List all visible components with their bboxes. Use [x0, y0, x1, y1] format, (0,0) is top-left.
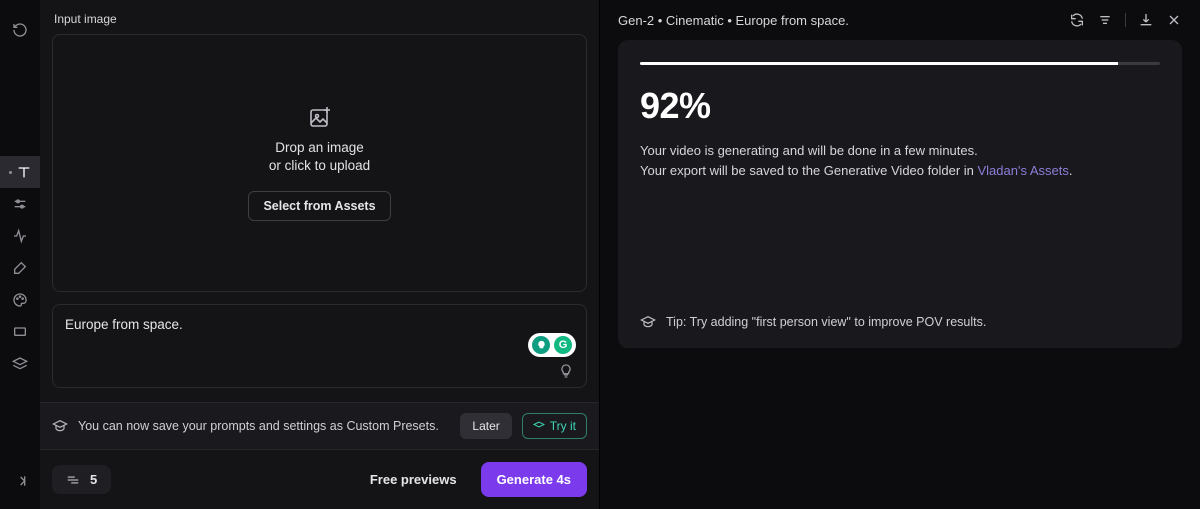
- generation-progress-card: 92% Your video is generating and will be…: [618, 40, 1182, 348]
- output-panel: Gen-2 • Cinematic • Europe from space. 9…: [600, 0, 1200, 509]
- prompt-text: Europe from space.: [65, 317, 183, 332]
- status-line-1: Your video is generating and will be don…: [640, 141, 1160, 161]
- free-previews-button[interactable]: Free previews: [356, 463, 471, 496]
- notice-text: You can now save your prompts and settin…: [78, 419, 450, 433]
- sidebar-item-text[interactable]: [0, 156, 40, 188]
- tip-text: Tip: Try adding "first person view" to i…: [666, 315, 986, 329]
- suggestion-icon: [532, 336, 550, 354]
- prompt-input[interactable]: Europe from space. G: [52, 304, 587, 388]
- output-title: Gen-2 • Cinematic • Europe from space.: [618, 13, 1057, 28]
- output-header: Gen-2 • Cinematic • Europe from space.: [618, 12, 1182, 28]
- reset-icon[interactable]: [0, 14, 40, 46]
- image-upload-icon: [308, 105, 332, 129]
- prompt-tips-icon[interactable]: [558, 363, 574, 379]
- sidebar-item-palette[interactable]: [0, 284, 40, 316]
- generate-button[interactable]: Generate 4s: [481, 462, 587, 497]
- sidebar-item-brush[interactable]: [0, 252, 40, 284]
- separator: [1125, 13, 1126, 27]
- sidebar-item-layers[interactable]: [0, 348, 40, 380]
- custom-presets-notice: You can now save your prompts and settin…: [40, 402, 599, 450]
- image-dropzone[interactable]: Drop an image or click to upload Select …: [52, 34, 587, 292]
- graduation-cap-icon: [640, 314, 656, 330]
- try-it-button[interactable]: Try it: [522, 413, 587, 439]
- seed-selector[interactable]: 5: [52, 465, 111, 494]
- progress-bar: [640, 62, 1160, 65]
- download-icon[interactable]: [1138, 12, 1154, 28]
- sidebar-item-motion[interactable]: [0, 220, 40, 252]
- graduation-cap-icon: [52, 418, 68, 434]
- select-from-assets-button[interactable]: Select from Assets: [248, 191, 390, 221]
- action-bar: 5 Free previews Generate 4s: [40, 450, 599, 509]
- refresh-icon[interactable]: [1069, 12, 1085, 28]
- sidebar-item-display[interactable]: [0, 316, 40, 348]
- input-panel: Input image Drop an image or click to up…: [40, 0, 600, 509]
- input-image-label: Input image: [40, 0, 599, 34]
- sidebar: [0, 0, 40, 509]
- progress-percent: 92%: [640, 85, 1160, 127]
- later-button[interactable]: Later: [460, 413, 511, 439]
- collapse-sidebar-icon[interactable]: [0, 465, 40, 497]
- assets-link[interactable]: Vladan's Assets: [978, 163, 1069, 178]
- sidebar-item-sliders[interactable]: [0, 188, 40, 220]
- close-icon[interactable]: [1166, 12, 1182, 28]
- dropzone-text: Drop an image or click to upload: [269, 139, 370, 175]
- grammarly-widget[interactable]: G: [528, 333, 576, 357]
- seed-value: 5: [90, 472, 97, 487]
- tip-row: Tip: Try adding "first person view" to i…: [640, 314, 1160, 330]
- queue-icon[interactable]: [1097, 12, 1113, 28]
- grammarly-icon: G: [554, 336, 572, 354]
- progress-fill: [640, 62, 1118, 65]
- status-line-2: Your export will be saved to the Generat…: [640, 161, 1160, 181]
